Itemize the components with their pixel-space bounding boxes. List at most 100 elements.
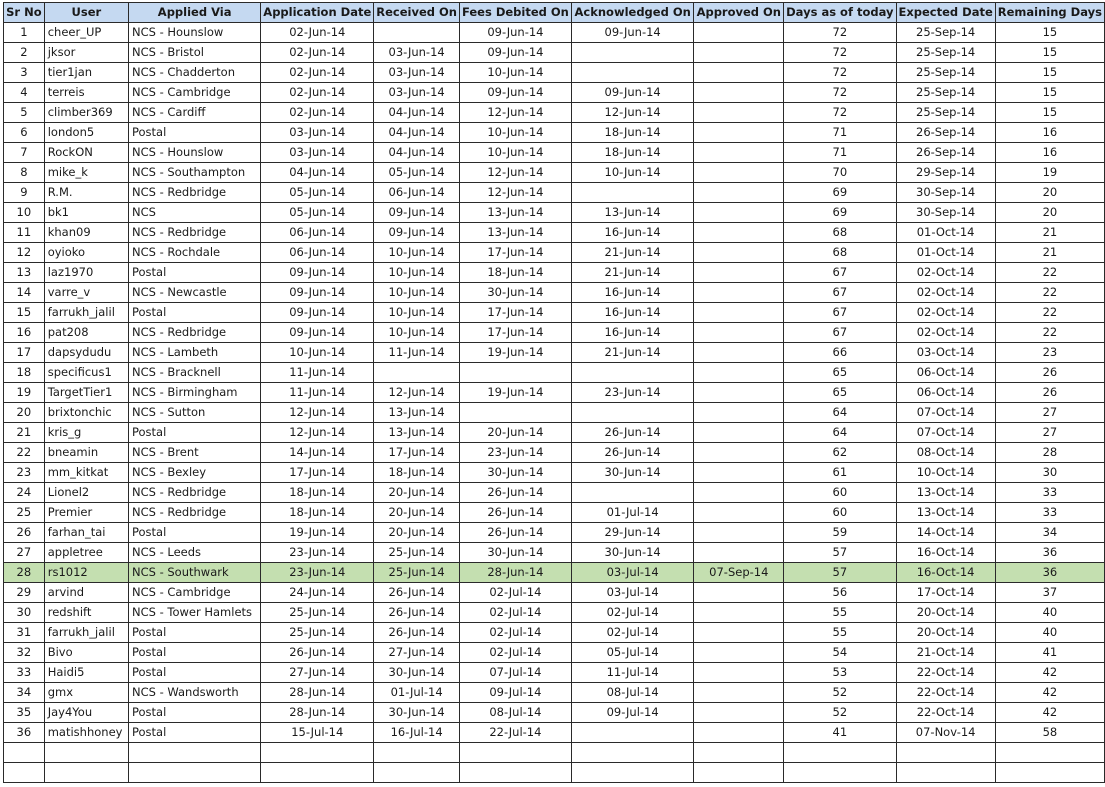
cell-remaining-days[interactable]: 27 [994, 422, 1105, 443]
cell-application-date[interactable]: 05-Jun-14 [260, 202, 375, 223]
cell-application-date[interactable]: 12-Jun-14 [260, 402, 375, 423]
cell-approved-on[interactable] [693, 322, 785, 343]
cell-expected-date[interactable]: 02-Oct-14 [895, 322, 996, 343]
cell-received-on[interactable]: 03-Jun-14 [373, 42, 460, 63]
cell-sr-no[interactable]: 6 [3, 122, 45, 143]
cell-remaining-days[interactable]: 21 [994, 222, 1105, 243]
cell-applied-via[interactable]: Postal [127, 262, 262, 283]
cell-days-as-of-today[interactable]: 72 [783, 102, 897, 123]
cell-fees-debited-on[interactable]: 09-Jul-14 [458, 682, 572, 703]
cell-approved-on[interactable] [693, 642, 785, 663]
cell-expected-date[interactable]: 20-Oct-14 [895, 602, 996, 623]
cell-expected-date[interactable]: 08-Oct-14 [895, 442, 996, 463]
cell-sr-no[interactable]: 34 [3, 682, 45, 703]
cell-acknowledged-on[interactable]: 30-Jun-14 [570, 542, 695, 563]
cell-approved-on[interactable] [693, 162, 785, 183]
cell-application-date[interactable]: 09-Jun-14 [260, 262, 375, 283]
cell-expected-date[interactable]: 01-Oct-14 [895, 222, 996, 243]
cell-expected-date[interactable]: 29-Sep-14 [895, 162, 996, 183]
cell-user[interactable]: oyioko [43, 242, 129, 263]
cell-fees-debited-on[interactable]: 19-Jun-14 [458, 342, 572, 363]
cell-expected-date[interactable]: 16-Oct-14 [895, 542, 996, 563]
cell-applied-via[interactable]: NCS - Rochdale [127, 242, 262, 263]
cell-application-date[interactable]: 12-Jun-14 [260, 422, 375, 443]
cell-user[interactable]: specificus1 [43, 362, 129, 383]
cell-days-as-of-today[interactable]: 69 [783, 202, 897, 223]
cell-received-on[interactable]: 25-Jun-14 [373, 542, 460, 563]
cell-fees-debited-on[interactable]: 07-Jul-14 [458, 662, 572, 683]
cell-received-on[interactable]: 10-Jun-14 [373, 242, 460, 263]
cell-applied-via[interactable]: Postal [127, 722, 262, 743]
cell-approved-on[interactable] [693, 382, 785, 403]
cell-received-on[interactable]: 04-Jun-14 [373, 122, 460, 143]
cell-remaining-days[interactable]: 16 [994, 122, 1105, 143]
cell-acknowledged-on[interactable] [570, 482, 695, 503]
cell-approved-on[interactable] [693, 362, 785, 383]
cell-sr-no[interactable]: 8 [3, 162, 45, 183]
cell-applied-via[interactable]: NCS - Southampton [127, 162, 262, 183]
cell-applied-via[interactable] [127, 762, 262, 783]
cell-remaining-days[interactable]: 34 [994, 522, 1105, 543]
cell-sr-no[interactable] [3, 762, 45, 783]
cell-user[interactable]: TargetTier1 [43, 382, 129, 403]
cell-sr-no[interactable]: 14 [3, 282, 45, 303]
cell-remaining-days[interactable]: 42 [994, 662, 1105, 683]
cell-application-date[interactable]: 27-Jun-14 [260, 662, 375, 683]
cell-application-date[interactable]: 28-Jun-14 [260, 682, 375, 703]
cell-application-date[interactable]: 04-Jun-14 [260, 162, 375, 183]
header-remaining-days[interactable]: Remaining Days [994, 2, 1105, 23]
cell-user[interactable]: Bivo [43, 642, 129, 663]
cell-received-on[interactable]: 20-Jun-14 [373, 482, 460, 503]
cell-user[interactable]: farrukh_jalil [43, 622, 129, 643]
cell-acknowledged-on[interactable]: 23-Jun-14 [570, 382, 695, 403]
cell-remaining-days[interactable]: 23 [994, 342, 1105, 363]
cell-received-on[interactable]: 18-Jun-14 [373, 462, 460, 483]
cell-days-as-of-today[interactable]: 72 [783, 22, 897, 43]
cell-sr-no[interactable]: 1 [3, 22, 45, 43]
cell-applied-via[interactable]: Postal [127, 642, 262, 663]
cell-applied-via[interactable] [127, 742, 262, 763]
cell-user[interactable]: farrukh_jalil [43, 302, 129, 323]
cell-fees-debited-on[interactable]: 20-Jun-14 [458, 422, 572, 443]
cell-acknowledged-on[interactable]: 16-Jun-14 [570, 282, 695, 303]
cell-user[interactable]: climber369 [43, 102, 129, 123]
cell-applied-via[interactable]: NCS - Brent [127, 442, 262, 463]
cell-acknowledged-on[interactable]: 29-Jun-14 [570, 522, 695, 543]
cell-expected-date[interactable]: 25-Sep-14 [895, 62, 996, 83]
header-received-on[interactable]: Received On [373, 2, 460, 23]
cell-acknowledged-on[interactable]: 30-Jun-14 [570, 462, 695, 483]
cell-approved-on[interactable] [693, 402, 785, 423]
cell-application-date[interactable]: 06-Jun-14 [260, 222, 375, 243]
cell-days-as-of-today[interactable]: 60 [783, 482, 897, 503]
cell-application-date[interactable]: 11-Jun-14 [260, 382, 375, 403]
cell-application-date[interactable]: 11-Jun-14 [260, 362, 375, 383]
cell-acknowledged-on[interactable] [570, 62, 695, 83]
cell-application-date[interactable] [260, 762, 375, 783]
cell-days-as-of-today[interactable]: 41 [783, 722, 897, 743]
cell-approved-on[interactable] [693, 262, 785, 283]
cell-sr-no[interactable]: 19 [3, 382, 45, 403]
cell-application-date[interactable]: 10-Jun-14 [260, 342, 375, 363]
cell-user[interactable]: matishhoney [43, 722, 129, 743]
cell-acknowledged-on[interactable]: 16-Jun-14 [570, 322, 695, 343]
cell-remaining-days[interactable]: 15 [994, 62, 1105, 83]
cell-approved-on[interactable] [693, 242, 785, 263]
cell-remaining-days[interactable]: 22 [994, 302, 1105, 323]
cell-acknowledged-on[interactable]: 09-Jun-14 [570, 22, 695, 43]
cell-expected-date[interactable]: 02-Oct-14 [895, 262, 996, 283]
cell-remaining-days[interactable]: 20 [994, 182, 1105, 203]
cell-applied-via[interactable]: Postal [127, 122, 262, 143]
cell-days-as-of-today[interactable] [783, 762, 897, 783]
cell-application-date[interactable]: 25-Jun-14 [260, 622, 375, 643]
cell-received-on[interactable]: 30-Jun-14 [373, 662, 460, 683]
cell-applied-via[interactable]: Postal [127, 622, 262, 643]
cell-fees-debited-on[interactable]: 10-Jun-14 [458, 122, 572, 143]
cell-acknowledged-on[interactable] [570, 402, 695, 423]
cell-sr-no[interactable]: 16 [3, 322, 45, 343]
cell-fees-debited-on[interactable]: 09-Jun-14 [458, 42, 572, 63]
cell-fees-debited-on[interactable]: 09-Jun-14 [458, 82, 572, 103]
cell-received-on[interactable]: 17-Jun-14 [373, 442, 460, 463]
cell-received-on[interactable]: 16-Jul-14 [373, 722, 460, 743]
cell-fees-debited-on[interactable]: 02-Jul-14 [458, 582, 572, 603]
cell-sr-no[interactable]: 33 [3, 662, 45, 683]
